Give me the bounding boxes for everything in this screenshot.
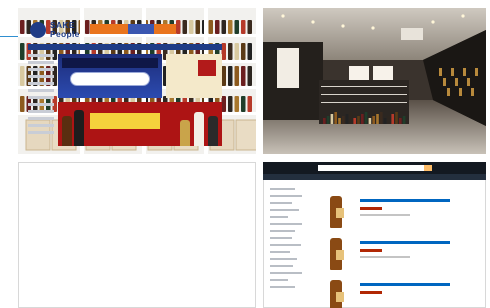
result-title xyxy=(360,241,450,244)
ranking-mark xyxy=(198,60,216,76)
result-price xyxy=(360,249,382,252)
amazon-subnav xyxy=(263,174,486,180)
amazon-result-row xyxy=(326,280,476,308)
hero-callout xyxy=(70,72,150,86)
site-navigation-bar xyxy=(28,44,222,50)
category-sidebar xyxy=(28,54,54,146)
hero-heading-strip xyxy=(62,58,158,68)
result-meta xyxy=(360,214,410,216)
amazon-result-row xyxy=(326,196,476,234)
store-interior-photo xyxy=(263,8,486,154)
limited-quantity-heading xyxy=(90,113,160,129)
result-price xyxy=(360,291,382,294)
bottle-thumbnail xyxy=(330,196,344,228)
amazon-search-input xyxy=(318,165,424,171)
header-action-button xyxy=(128,24,154,34)
result-title xyxy=(360,283,450,286)
bottle-thumbnail xyxy=(330,280,344,308)
result-price xyxy=(360,207,382,210)
amazon-result-row xyxy=(326,238,476,276)
amazon-filter-sidebar xyxy=(270,188,306,306)
logo-text-bottom: People xyxy=(50,29,80,39)
result-meta xyxy=(360,256,410,258)
result-title xyxy=(360,199,450,202)
store-illustration xyxy=(263,8,486,154)
search-icon xyxy=(424,165,432,171)
sake-people-webpage xyxy=(18,162,256,308)
bottle-thumbnail xyxy=(330,238,344,270)
sake-people-logo: SAKE People xyxy=(50,21,80,39)
sake-people-logo-icon xyxy=(30,22,46,38)
